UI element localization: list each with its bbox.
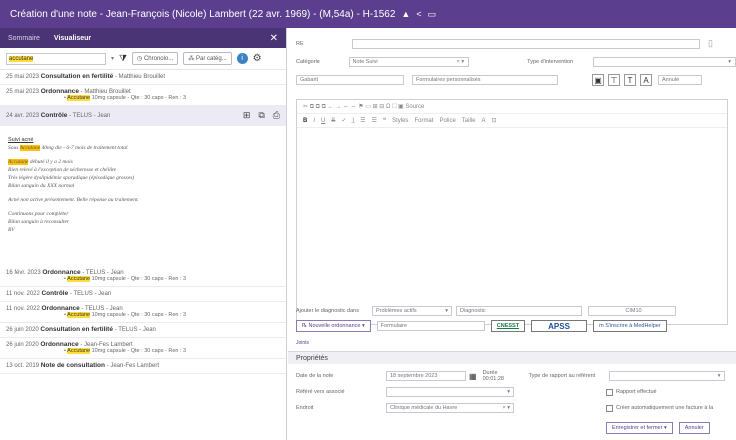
template-input[interactable]: Gabarit xyxy=(296,75,404,85)
list-item[interactable]: 26 juin 2020 Ordonnance - Jean-Fes Lambe… xyxy=(0,338,286,359)
date-row: Date de la note 18 septembre 2023 ▦ Duré… xyxy=(296,370,736,382)
medhelper-button[interactable]: m S'inscrire à MedHelper xyxy=(593,320,667,332)
list-item[interactable]: 11 nov. 2022 Ordonnance - TELUS - Jean •… xyxy=(0,302,286,323)
tab-visualiseur[interactable]: Visualiseur xyxy=(54,35,91,42)
list-item[interactable]: 25 mai 2023 Ordonnance - Matthieu Brouil… xyxy=(0,85,286,106)
report-done-checkbox[interactable] xyxy=(606,388,613,396)
list-item[interactable]: 26 juin 2020 Consultation en fertilité -… xyxy=(0,323,286,338)
template-row: Gabarit Formulaires personnalisés ▣ ⊤ T … xyxy=(296,74,736,86)
apss-button[interactable]: APSS xyxy=(531,320,588,332)
text-icon[interactable]: T xyxy=(624,74,636,86)
attachments-row: Joints xyxy=(296,340,736,346)
quote-icon[interactable]: ❝ xyxy=(383,117,386,124)
clock-icon: ◷ xyxy=(137,56,144,62)
cim10-field[interactable]: CIM10 xyxy=(588,306,676,316)
diagnostic-input[interactable]: Diagnostic xyxy=(456,306,582,316)
share-icon[interactable]: < xyxy=(416,9,421,19)
auto-invoice-checkbox[interactable] xyxy=(606,404,613,412)
document-icon[interactable]: ▯ xyxy=(708,38,713,49)
date-input[interactable]: 18 septembre 2023 xyxy=(386,371,466,381)
italic-button[interactable]: I xyxy=(313,118,315,124)
filter-icon[interactable]: ⧩ xyxy=(119,53,127,64)
re-field[interactable] xyxy=(352,38,700,49)
bold-button[interactable]: B xyxy=(303,118,307,124)
text-up-icon[interactable]: ⊤ xyxy=(608,74,620,86)
cancel-button[interactable]: Annuler xyxy=(678,422,710,434)
category-filter-button[interactable]: ⁂ Par catég... xyxy=(183,52,232,65)
editor-toolbar-1: ✂ ⧉ ⧉ ⧉ ← → ⇔ ⇔ ⚑ ▭ ⊞ ⊟ Ω ⛶ ▣ Source xyxy=(297,100,727,114)
bullet-list-icon[interactable]: ☰ xyxy=(371,117,376,124)
note-preview: Suivi acné Sous Accutane 40mg die - 6-7 … xyxy=(8,137,139,233)
attachments-link[interactable]: Joints xyxy=(296,340,309,346)
category-select[interactable]: Note Suivi × ▾ xyxy=(348,57,470,67)
filter-bar: accutane ▾ ⧩ ◷ Chronolo... ⁂ Par catég..… xyxy=(0,48,286,70)
place-row: Endroit Clinique médicale du Havre × ▾ Cr… xyxy=(296,403,714,413)
place-select[interactable]: Clinique médicale du Havre × ▾ xyxy=(386,403,514,413)
chronological-filter-button[interactable]: ◷ Chronolo... xyxy=(132,52,179,65)
footer-buttons: Enregistrer et fermer ▾ Annuler xyxy=(606,422,736,434)
note-editor[interactable]: ✂ ⧉ ⧉ ⧉ ← → ⇔ ⇔ ⚑ ▭ ⊞ ⊟ Ω ⛶ ▣ Source B I… xyxy=(296,99,728,325)
tab-sommaire[interactable]: Sommaire xyxy=(8,35,40,42)
chevron-down-icon[interactable]: ▾ xyxy=(111,55,114,62)
check-icon[interactable]: ✓ xyxy=(341,117,346,124)
size-select[interactable]: Taille xyxy=(462,118,476,124)
strike-button[interactable]: S xyxy=(331,118,335,124)
clear-format-icon[interactable]: I̲ xyxy=(352,118,354,124)
right-panel: RE ▯ Catégorie Note Suivi × ▾ Type d'inte… xyxy=(288,28,736,440)
up-icon[interactable]: ▲ xyxy=(401,9,410,19)
intervention-type-select[interactable]: ▾ xyxy=(592,57,736,67)
font-select[interactable]: Police xyxy=(439,118,455,124)
message-icon[interactable]: ▭ xyxy=(428,9,437,20)
editor-toolbar-2: B I U S ✓ I̲ ☰ ☰ ❝ Styles Format Police … xyxy=(297,114,727,128)
save-and-close-button[interactable]: Enregistrer et fermer ▾ xyxy=(606,422,673,434)
referred-select[interactable]: ▾ xyxy=(386,387,514,397)
list-item[interactable]: 13 oct. 2019 Note de consultation - Jean… xyxy=(0,359,286,374)
report-type-select[interactable]: ▾ xyxy=(608,371,725,381)
list-item[interactable]: 11 nov. 2022 Contrôle - TELUS - Jean xyxy=(0,287,286,302)
list-item-selected[interactable]: 24 avr. 2023 Contrôle - TELUS - Jean ⊞ ⧉… xyxy=(0,106,286,126)
referred-row: Référé vers associé ▾ Rapport effectué xyxy=(296,387,657,397)
search-input[interactable]: accutane xyxy=(6,52,106,65)
form-input[interactable]: Formulaire xyxy=(376,321,485,331)
cnesst-button[interactable]: CNESST xyxy=(490,320,526,332)
window-titlebar: Création d'une note - Jean-François (Nic… xyxy=(0,0,736,28)
numbered-list-icon[interactable]: ☰ xyxy=(360,117,365,124)
tag-icon: ⁂ xyxy=(188,56,196,62)
format-select[interactable]: Format xyxy=(414,118,433,124)
properties-section: Propriétés Date de la note 18 septembre … xyxy=(288,351,736,440)
close-icon[interactable]: ✕ xyxy=(270,33,278,44)
info-icon[interactable]: i xyxy=(236,53,248,64)
re-row: RE ▯ xyxy=(296,38,736,49)
properties-header[interactable]: Propriétés xyxy=(288,352,736,364)
new-prescription-button[interactable]: ℞ Nouvelle ordonnance ▾ xyxy=(296,320,371,332)
format-clear-icon[interactable]: A xyxy=(640,74,652,86)
actions-row: ℞ Nouvelle ordonnance ▾ Formulaire CNESS… xyxy=(296,320,736,332)
left-tabs: Sommaire Visualiseur ✕ xyxy=(0,28,286,48)
diagnostic-row: Ajouter le diagnostic dans Problèmes act… xyxy=(296,306,736,316)
background-color-icon[interactable]: ⊡ xyxy=(492,117,497,124)
underline-button[interactable]: U xyxy=(321,118,325,124)
font-color-icon[interactable]: A xyxy=(481,118,485,124)
list-item[interactable]: 25 mai 2023 Consultation en fertilité - … xyxy=(0,70,286,85)
cancelled-field[interactable]: Annulé xyxy=(658,75,702,85)
window-title: Création d'une note - Jean-François (Nic… xyxy=(10,8,396,20)
left-panel: Sommaire Visualiseur ✕ accutane ▾ ⧩ ◷ Ch… xyxy=(0,28,287,440)
category-row: Catégorie Note Suivi × ▾ Type d'intervent… xyxy=(296,57,736,67)
calendar-icon[interactable]: ▦ xyxy=(469,372,477,381)
diagnostic-target-select[interactable]: Problèmes actifs ▾ xyxy=(372,306,452,316)
copy-icon[interactable]: ⧉ xyxy=(258,110,264,121)
re-label: RE xyxy=(296,40,304,47)
gear-icon[interactable]: ⚙ xyxy=(253,53,262,64)
save-template-icon[interactable]: ▣ xyxy=(592,74,604,86)
add-icon[interactable]: ⊞ xyxy=(243,110,251,121)
print-icon[interactable]: ⎙ xyxy=(273,110,280,121)
custom-forms-input[interactable]: Formulaires personnalisés xyxy=(412,75,558,85)
list-item[interactable]: 16 févr. 2023 Ordonnance - TELUS - Jean … xyxy=(0,266,286,287)
styles-select[interactable]: Styles xyxy=(392,118,408,124)
